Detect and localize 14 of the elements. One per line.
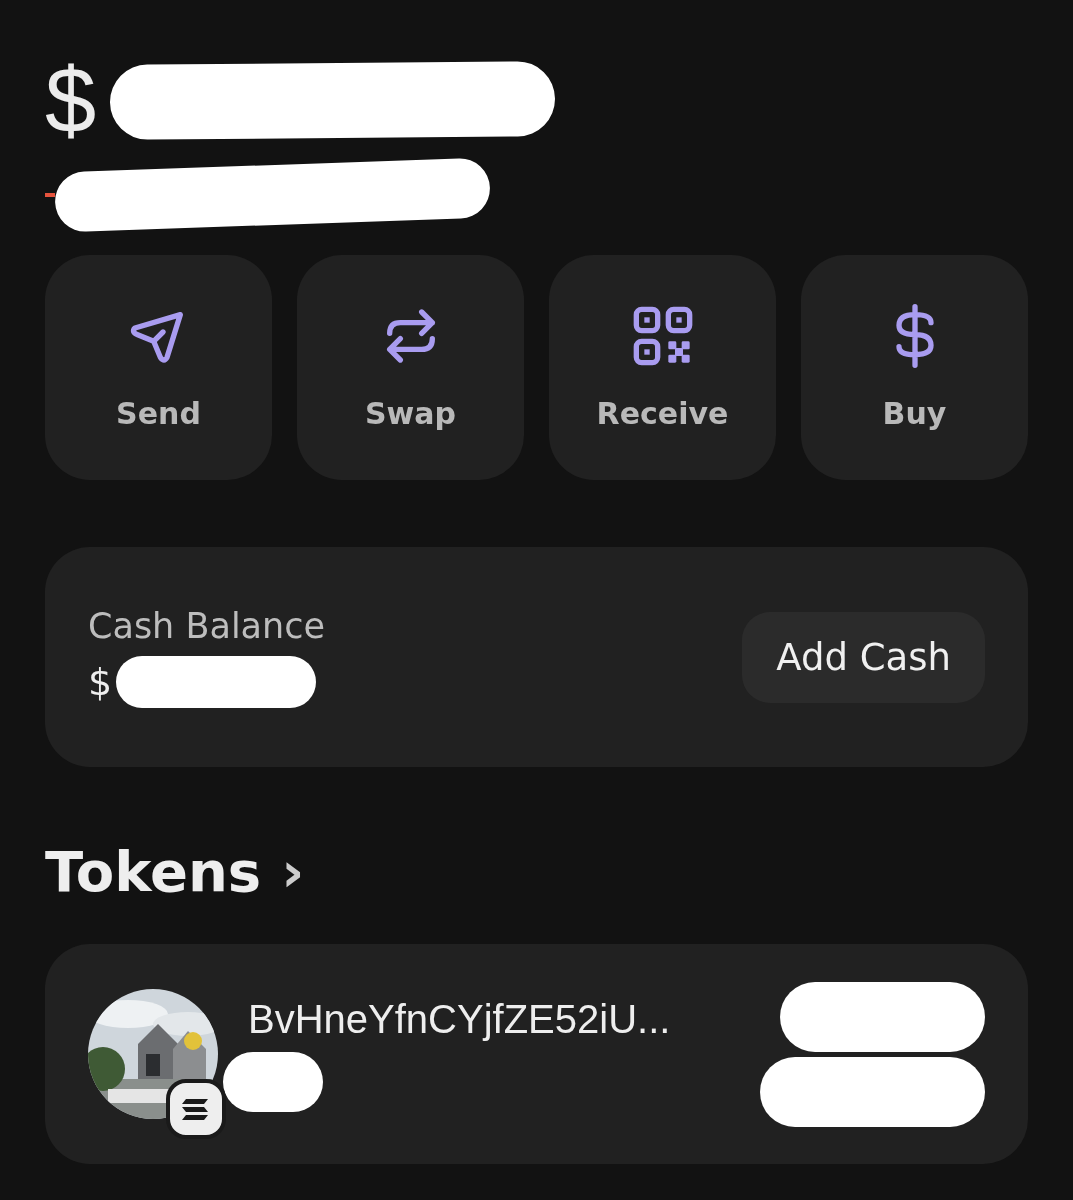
token-row[interactable]: BvHneYfnCYjfZE52iU... [45, 944, 1028, 1164]
cash-balance-label: Cash Balance [88, 606, 326, 646]
token-name: BvHneYfnCYjfZE52iU... [248, 996, 672, 1042]
chain-badge-icon [166, 1079, 226, 1139]
cash-balance-value: $ [88, 660, 113, 704]
add-cash-button[interactable]: Add Cash [742, 611, 985, 703]
chevron-icon[interactable]: › [281, 839, 305, 904]
tokens-heading[interactable]: Tokens [45, 839, 262, 904]
change-indicator [45, 193, 55, 197]
action-button[interactable]: Send [45, 255, 272, 480]
action-button[interactable]: Swap [297, 255, 524, 480]
balance-amount: $ [45, 54, 97, 146]
action-button[interactable]: Receive [549, 255, 776, 480]
action-button[interactable]: Buy [801, 255, 1028, 480]
